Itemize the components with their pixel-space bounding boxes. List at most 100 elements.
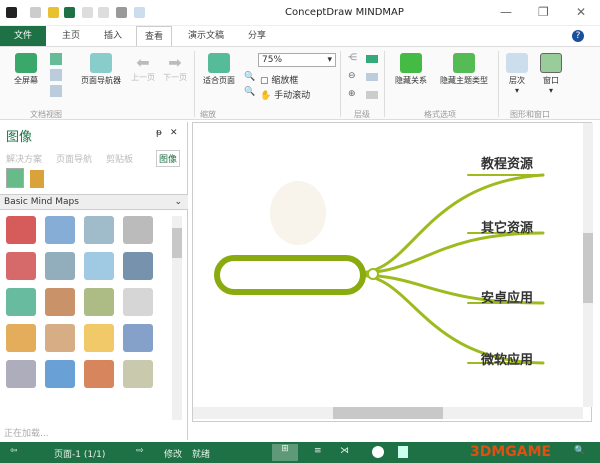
undo-icon[interactable]	[82, 7, 93, 18]
image-thumbnail[interactable]	[6, 360, 36, 388]
fullscreen-button[interactable]: 全屏幕	[8, 53, 44, 86]
image-thumbnail[interactable]	[123, 252, 153, 280]
collapse-handle	[367, 268, 379, 280]
tab-view[interactable]: 查看	[136, 26, 173, 46]
image-thumbnail[interactable]	[84, 252, 114, 280]
page-navigator-icon	[90, 53, 112, 73]
pin-icon[interactable]: ᵽ	[156, 128, 162, 138]
prev-page-icon[interactable]: ⇦	[10, 446, 18, 456]
image-thumbnail[interactable]	[6, 252, 36, 280]
preview-icon[interactable]	[134, 7, 145, 18]
prev-page-button[interactable]: ⬅ 上一页	[128, 53, 158, 83]
view-mode-icon[interactable]	[50, 53, 62, 65]
topic-tutorials[interactable]: 教程资源	[481, 153, 533, 172]
level-icon[interactable]	[366, 91, 378, 99]
level-icon[interactable]	[366, 55, 378, 63]
list-view-icon[interactable]	[50, 85, 62, 97]
hide-topic-types-button[interactable]: 隐藏主题类型	[434, 53, 494, 86]
window-button[interactable]: 窗口 ▾	[536, 53, 566, 95]
image-thumbnail[interactable]	[45, 288, 75, 316]
mindmap-view-icon[interactable]: ⊞	[272, 444, 298, 461]
close-button[interactable]: ✕	[576, 5, 586, 19]
panel-tab-clipboard[interactable]: 剪贴板	[106, 152, 133, 165]
collapse-icon[interactable]: ⊖	[348, 71, 356, 81]
outline-view-icon[interactable]: ≡	[314, 446, 322, 456]
scroll-thumb[interactable]	[172, 228, 182, 258]
topic-microsoft-apps[interactable]: 微软应用	[481, 349, 533, 368]
tab-file[interactable]: 文件	[0, 26, 46, 46]
tab-share[interactable]: 分享	[240, 26, 274, 46]
arrow-left-icon: ⬅	[136, 53, 150, 72]
image-thumbnail[interactable]	[45, 360, 75, 388]
library-select[interactable]: Basic Mind Maps ⌄	[0, 194, 188, 210]
window-label: 窗口	[543, 76, 559, 85]
fit-page-button[interactable]: 适合页面	[198, 53, 240, 86]
panel-tab-solutions[interactable]: 解决方案	[6, 152, 42, 165]
outline-view-icon[interactable]	[50, 69, 62, 81]
image-thumbnail[interactable]	[84, 360, 114, 388]
print-icon[interactable]	[116, 7, 127, 18]
restore-button[interactable]: ❐	[538, 5, 549, 19]
redo-icon[interactable]	[98, 7, 109, 18]
expand-icon[interactable]: ⊕	[348, 89, 356, 99]
tab-home[interactable]: 主页	[54, 26, 88, 46]
image-gallery	[6, 216, 168, 388]
zoom-icon[interactable]: 🔍	[574, 446, 585, 456]
image-thumbnail[interactable]	[123, 324, 153, 352]
title-bar: ConceptDraw MINDMAP — ❐ ✕	[0, 0, 600, 26]
divider	[194, 51, 195, 117]
layers-button[interactable]: 层次 ▾	[502, 53, 532, 95]
image-thumbnail[interactable]	[84, 216, 114, 244]
minimize-button[interactable]: —	[500, 5, 512, 19]
horizontal-scrollbar[interactable]	[193, 407, 583, 419]
level-icon[interactable]	[366, 73, 378, 81]
vertical-scrollbar[interactable]	[583, 123, 593, 407]
image-thumbnail[interactable]	[84, 324, 114, 352]
panel-tab-images[interactable]: 图像	[156, 150, 181, 167]
tab-insert[interactable]: 插入	[96, 26, 130, 46]
image-thumbnail[interactable]	[6, 216, 36, 244]
next-page-icon[interactable]: ⇨	[136, 446, 144, 456]
image-thumbnail[interactable]	[123, 216, 153, 244]
scroll-thumb[interactable]	[583, 233, 593, 303]
page-navigator-button[interactable]: 页面导航器	[74, 53, 128, 86]
library-icon[interactable]	[6, 168, 24, 188]
image-thumbnail[interactable]	[45, 324, 75, 352]
play-icon[interactable]	[372, 446, 384, 458]
tab-presentation[interactable]: 演示文稿	[180, 26, 232, 46]
open-icon[interactable]	[48, 7, 59, 18]
slide-icon[interactable]	[398, 446, 408, 458]
zoom-select[interactable]: 75% ▾	[258, 53, 336, 67]
image-thumbnail[interactable]	[123, 288, 153, 316]
network-view-icon[interactable]: ⋊	[340, 446, 349, 456]
mascot-watermark	[270, 181, 326, 245]
topic-other-resources[interactable]: 其它资源	[481, 217, 533, 236]
branch-icon[interactable]: ⋲	[348, 53, 357, 63]
mindmap-canvas[interactable]: 教程资源 其它资源 安卓应用 微软应用	[192, 122, 593, 422]
zoom-box-button[interactable]: ▢ 缩放框	[260, 73, 298, 86]
divider	[498, 51, 499, 117]
help-icon[interactable]: ?	[572, 30, 584, 42]
image-thumbnail[interactable]	[45, 216, 75, 244]
image-thumbnail[interactable]	[45, 252, 75, 280]
hide-relations-button[interactable]: 隐藏关系	[388, 53, 434, 86]
manual-scroll-label: 手动滚动	[274, 91, 311, 101]
save-icon[interactable]	[64, 7, 75, 18]
folder-icon[interactable]	[30, 170, 44, 188]
gallery-scrollbar[interactable]	[172, 216, 182, 420]
new-icon[interactable]	[30, 7, 41, 18]
image-thumbnail[interactable]	[6, 324, 36, 352]
topic-android-apps[interactable]: 安卓应用	[481, 287, 533, 306]
panel-close-icon[interactable]: ✕	[170, 128, 178, 138]
topic-underline	[467, 174, 544, 364]
zoom-in-icon[interactable]: 🔍	[244, 87, 255, 97]
panel-tab-pages[interactable]: 页面导航	[56, 152, 92, 165]
next-page-button[interactable]: ➡ 下一页	[160, 53, 190, 83]
scroll-thumb[interactable]	[333, 407, 443, 419]
group-label: 图形和窗口	[510, 110, 550, 119]
image-thumbnail[interactable]	[123, 360, 153, 388]
zoom-out-icon[interactable]: 🔍	[244, 72, 255, 82]
image-thumbnail[interactable]	[6, 288, 36, 316]
manual-scroll-button[interactable]: ✋ 手动滚动	[260, 88, 310, 101]
image-thumbnail[interactable]	[84, 288, 114, 316]
